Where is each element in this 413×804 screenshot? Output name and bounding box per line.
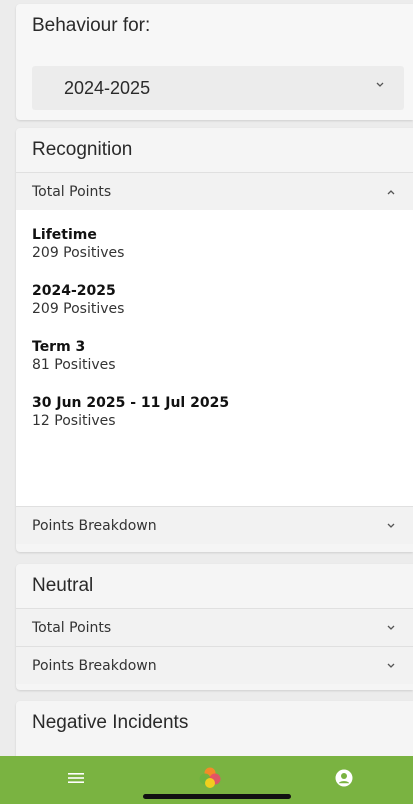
stat-label: Term 3 (32, 339, 86, 355)
total-points-label: Total Points (32, 619, 112, 636)
stat-lifetime: Lifetime 209 Positives (32, 226, 397, 262)
stat-value: 12 Positives (32, 413, 116, 429)
recognition-total-points-content: Lifetime 209 Positives 2024-2025 209 Pos… (16, 210, 413, 506)
academic-year-value: 2024-2025 (64, 77, 151, 98)
chevron-down-icon (385, 623, 397, 633)
neutral-title: Neutral (32, 575, 94, 596)
recognition-points-breakdown-toggle[interactable]: Points Breakdown (16, 506, 413, 544)
stat-value: 81 Positives (32, 357, 116, 373)
academic-year-select[interactable]: 2024-2025 (32, 66, 404, 110)
chevron-down-icon (385, 661, 397, 671)
total-points-label: Total Points (32, 183, 112, 200)
neutral-card: Neutral Total Points Points Breakdown (16, 564, 413, 690)
stat-date-range: 30 Jun 2025 - 11 Jul 2025 12 Positives (32, 394, 397, 430)
chevron-down-icon (374, 80, 386, 90)
negative-incidents-title: Negative Incidents (32, 712, 189, 733)
neutral-points-breakdown-toggle[interactable]: Points Breakdown (16, 646, 413, 684)
recognition-title: Recognition (32, 139, 133, 160)
stat-value: 209 Positives (32, 301, 125, 317)
stat-label: Lifetime (32, 227, 97, 243)
chevron-down-icon (385, 521, 397, 531)
points-breakdown-label: Points Breakdown (32, 517, 157, 534)
behaviour-page: Behaviour for: 2024-2025 Recognition Tot… (0, 0, 413, 756)
points-breakdown-label: Points Breakdown (32, 657, 157, 674)
home-logo-icon[interactable] (198, 766, 222, 795)
behaviour-filter-card: Behaviour for: 2024-2025 (16, 4, 413, 120)
stat-label: 30 Jun 2025 - 11 Jul 2025 (32, 395, 230, 411)
negative-incidents-card: Negative Incidents (16, 701, 413, 756)
home-indicator (143, 794, 291, 799)
behaviour-for-title: Behaviour for: (32, 15, 151, 36)
recognition-total-points-toggle[interactable]: Total Points (16, 172, 413, 210)
stat-label: 2024-2025 (32, 283, 116, 299)
recognition-card: Recognition Total Points Lifetime 209 Po… (16, 128, 413, 552)
menu-icon[interactable] (68, 771, 84, 789)
stat-term: Term 3 81 Positives (32, 338, 397, 374)
neutral-total-points-toggle[interactable]: Total Points (16, 608, 413, 646)
stat-academic-year: 2024-2025 209 Positives (32, 282, 397, 318)
chevron-up-icon (385, 187, 397, 197)
account-icon[interactable] (335, 769, 353, 792)
stat-value: 209 Positives (32, 245, 125, 261)
